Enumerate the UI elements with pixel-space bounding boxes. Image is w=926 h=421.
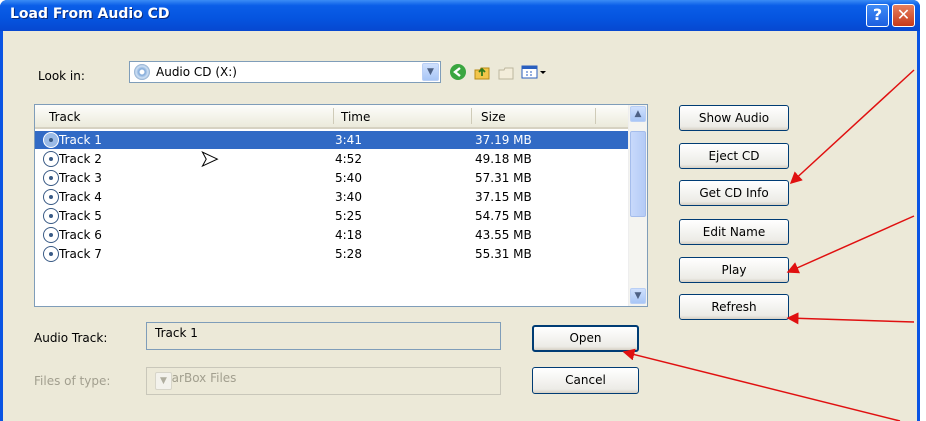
arrow-refresh bbox=[786, 312, 915, 325]
arrow-get-cd-info bbox=[789, 69, 915, 185]
arrow-open bbox=[622, 348, 901, 421]
annotation-arrows bbox=[622, 69, 915, 421]
arrow-play bbox=[786, 215, 915, 274]
